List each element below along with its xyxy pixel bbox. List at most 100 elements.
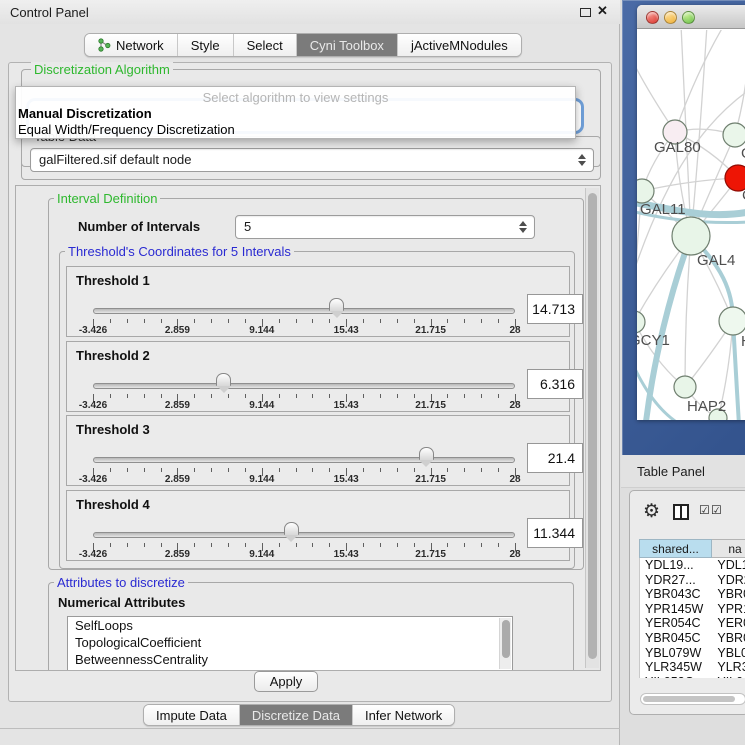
slider-tick: [329, 468, 330, 472]
slider-tick-label: 2.859: [165, 474, 190, 485]
table-row[interactable]: YER054CYER0: [640, 616, 745, 631]
apply-button[interactable]: Apply: [254, 671, 318, 692]
tab-label: jActiveMNodules: [411, 38, 508, 53]
attribute-list-item[interactable]: TopologicalCoefficient: [68, 634, 512, 651]
table-row[interactable]: YBR043CYBR0: [640, 587, 745, 602]
slider-tick: [312, 468, 313, 472]
threshold-slider-track[interactable]: [93, 457, 515, 463]
network-node-label: H: [741, 333, 745, 350]
tab-infer-network[interactable]: Infer Network: [353, 705, 454, 725]
interval-definition-group: Number of Intervals 5 Threshold's Coordi…: [48, 198, 584, 570]
combo-stepper-icon: [519, 221, 528, 233]
table-body: YDL19...YDL1YDR27...YDR2YBR043CYBR0YPR14…: [639, 558, 745, 678]
network-node[interactable]: [723, 123, 745, 147]
slider-tick-label: 9.144: [249, 474, 274, 485]
network-view-window[interactable]: GAL80GCGAL11GAL4GCY1HHAP2: [637, 5, 745, 420]
tab-label: Select: [247, 38, 283, 53]
slider-tick-label: 21.715: [415, 400, 446, 411]
tab-impute-data[interactable]: Impute Data: [144, 705, 240, 725]
threshold-value-field[interactable]: 11.344: [527, 518, 583, 548]
tab-jactivemnodules[interactable]: jActiveMNodules: [398, 34, 521, 56]
threshold-slider-thumb[interactable]: [419, 447, 434, 467]
table-panel: ⚙ ☑ ☑ shared... na YDL19...YDL1YDR27...Y…: [629, 490, 745, 715]
attributes-group-title: Attributes to discretize: [54, 575, 188, 590]
slider-tick: [161, 319, 162, 323]
table-row[interactable]: YBL079WYBL0: [640, 646, 745, 661]
attribute-list-item[interactable]: SelfLoops: [68, 617, 512, 634]
table-row[interactable]: YLR345WYLR3: [640, 660, 745, 675]
float-window-icon[interactable]: [580, 8, 591, 17]
slider-tick: [312, 543, 313, 547]
slider-tick: [447, 319, 448, 323]
control-panel-title: Control Panel: [10, 5, 89, 20]
slider-tick: [211, 543, 212, 547]
table-data-combo[interactable]: galFiltered.sif default node: [30, 148, 594, 172]
threshold-1-panel: Threshold 1-3.4262.8599.14415.4321.71528…: [66, 266, 570, 337]
slider-tick: [194, 543, 195, 547]
threshold-slider-thumb[interactable]: [329, 298, 344, 318]
table-row[interactable]: YDR27...YDR2: [640, 573, 745, 588]
table-cell-name: YBR0: [712, 631, 745, 646]
close-traffic-light-icon[interactable]: [646, 11, 659, 24]
threshold-value-field[interactable]: 14.713: [527, 294, 583, 324]
attributes-list-scrollbar[interactable]: [499, 618, 511, 669]
tab-cyni-toolbox[interactable]: Cyni Toolbox: [297, 34, 398, 56]
tab-style[interactable]: Style: [178, 34, 234, 56]
network-node[interactable]: [672, 217, 710, 255]
table-header-shared[interactable]: shared...: [639, 539, 712, 558]
slider-tick: [279, 394, 280, 398]
popup-item-equal-width-frequency[interactable]: Equal Width/Frequency Discretization: [18, 122, 235, 137]
tab-network[interactable]: Network: [85, 34, 178, 56]
threshold-value-field[interactable]: 6.316: [527, 369, 583, 399]
close-icon[interactable]: ✕: [597, 3, 608, 19]
slider-tick: [228, 319, 229, 323]
table-horizontal-scrollbar[interactable]: [640, 693, 745, 705]
threshold-slider-track[interactable]: [93, 308, 515, 314]
threshold-value-field[interactable]: 21.4: [527, 443, 583, 473]
network-node[interactable]: [719, 307, 745, 335]
network-canvas[interactable]: GAL80GCGAL11GAL4GCY1HHAP2: [637, 30, 745, 420]
table-row[interactable]: YDL19...YDL1: [640, 558, 745, 573]
tab-label: Infer Network: [365, 708, 442, 723]
popup-item-manual-discretization[interactable]: Manual Discretization: [18, 106, 152, 121]
slider-tick-label: 9.144: [249, 549, 274, 560]
network-window-titlebar[interactable]: [637, 5, 745, 29]
gear-icon[interactable]: ⚙: [643, 500, 660, 523]
network-node[interactable]: [674, 376, 696, 398]
control-panel-window: Control Panel ✕ NetworkStyle Select Cyni T…: [0, 0, 620, 745]
tab-select[interactable]: Select: [234, 34, 297, 56]
cyni-toolbox-content: Discretization Algorithm Select algorith…: [8, 62, 612, 702]
zoom-traffic-light-icon[interactable]: [682, 11, 695, 24]
slider-tick-label: 15.43: [334, 474, 359, 485]
control-panel-titlebar: Control Panel ✕: [0, 0, 620, 24]
table-row[interactable]: YIL052CYIL0: [640, 675, 745, 678]
threshold-slider-track[interactable]: [93, 532, 515, 538]
slider-tick: [380, 394, 381, 398]
tab-label: Discretize Data: [252, 708, 340, 723]
network-node[interactable]: [637, 311, 645, 333]
threshold-slider-thumb[interactable]: [284, 522, 299, 542]
numerical-attributes-list[interactable]: SelfLoopsTopologicalCoefficientBetweenne…: [67, 616, 513, 671]
slider-tick: [397, 394, 398, 398]
slider-tick: [498, 319, 499, 323]
attribute-list-item[interactable]: BetweennessCentrality: [68, 651, 512, 668]
table-row[interactable]: YPR145WYPR1: [640, 602, 745, 617]
table-header-name[interactable]: na: [712, 539, 745, 558]
settings-scrollbar[interactable]: [585, 188, 599, 668]
split-columns-icon[interactable]: [673, 504, 689, 520]
table-panel-titlebar: Table Panel: [621, 455, 745, 488]
slider-tick: [481, 394, 482, 398]
minimize-traffic-light-icon[interactable]: [664, 11, 677, 24]
threshold-slider-thumb[interactable]: [216, 373, 231, 393]
settings-viewport: Interval Definition Number of Intervals …: [15, 185, 601, 671]
checkbox-column-icon[interactable]: ☑: [711, 503, 722, 517]
slider-tick: [447, 468, 448, 472]
tab-discretize-data[interactable]: Discretize Data: [240, 705, 353, 725]
table-row[interactable]: YBR045CYBR0: [640, 631, 745, 646]
threshold-slider-track[interactable]: [93, 383, 515, 389]
slider-tick: [228, 468, 229, 472]
threshold-label: Threshold 4: [76, 497, 150, 512]
number-of-intervals-combo[interactable]: 5: [235, 215, 535, 239]
checkbox-column-icon[interactable]: ☑: [699, 503, 710, 517]
table-cell-shared-name: YER054C: [640, 616, 712, 631]
